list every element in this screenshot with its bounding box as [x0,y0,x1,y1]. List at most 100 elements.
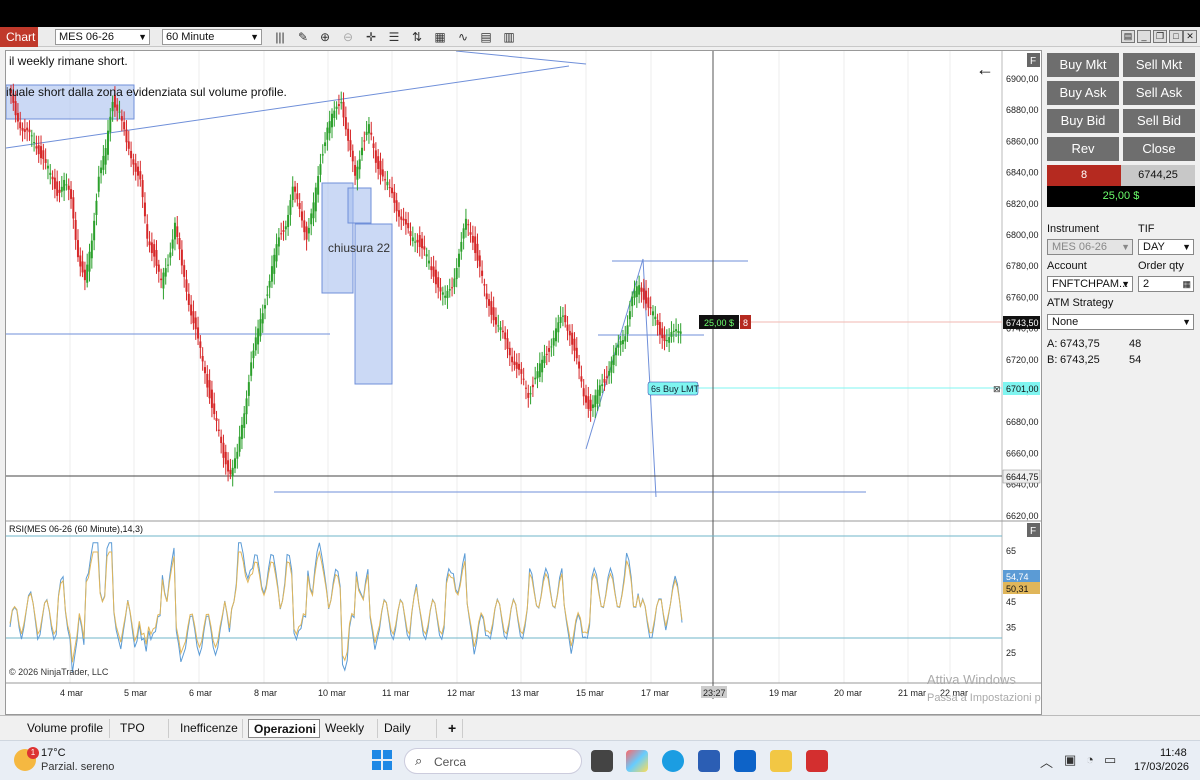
battery-icon[interactable]: ▭ [1104,752,1116,768]
zoom-in-icon[interactable]: ⊕ [317,29,333,45]
candle-body [633,290,636,298]
minimize-icon[interactable]: _ [1137,30,1151,43]
maximize-icon[interactable]: □ [1169,30,1183,43]
account-label: Account [1047,260,1087,272]
candle-body [628,311,631,320]
candle-body [575,347,578,359]
notification-icon[interactable]: ▣ [1064,752,1076,768]
tif-select[interactable]: DAY ▼ [1138,239,1194,255]
candle-body [571,332,574,345]
chart-title-tab[interactable]: Chart [0,27,38,47]
instrument-field[interactable]: MES 06-26 ▼ [1047,239,1133,255]
buy-ask-button[interactable]: Buy Ask [1047,81,1119,105]
candle-body [407,223,410,229]
buy-market-button[interactable]: Buy Mkt [1047,53,1119,77]
add-tab-button[interactable]: + [443,719,463,738]
candle-body [439,287,442,292]
outlook-icon[interactable] [734,750,756,772]
bar-type-icon[interactable]: ||| [272,29,288,45]
price-chart[interactable]: 6900,00 6880,00 6860,00 6840,00 6820,00 6800,… [6,51,1042,715]
task-view-icon[interactable] [591,750,613,772]
date-axis-label: 15 mar [576,688,604,698]
data-box-icon[interactable]: ▥ [501,29,517,45]
candle-body [208,380,211,399]
windows-start-icon[interactable] [372,750,392,770]
templates-icon[interactable]: ▤ [478,29,494,45]
chart-panel[interactable]: 6900,00 6880,00 6860,00 6840,00 6820,00 6800,… [5,50,1042,715]
candle-body [474,236,477,254]
order-cancel-icon[interactable]: ⊠ [993,384,1001,394]
window-grid-icon[interactable]: ▤ [1121,30,1135,43]
candle-body [28,129,31,133]
candle-body [37,145,40,155]
candle-body [229,469,232,475]
close-position-button[interactable]: Close [1123,137,1195,161]
sell-ask-button[interactable]: Sell Ask [1123,81,1195,105]
date-axis-labels: 4 mar 5 mar 6 mar 8 mar 10 mar 11 mar 12 mar 13… [60,686,968,698]
tab-weekly[interactable]: Weekly [320,719,378,738]
instrument-selector[interactable]: MES 06-26 ▼ [55,29,150,45]
candle-body [95,200,98,215]
candle-body [520,369,523,374]
zoom-out-icon[interactable]: ⊖ [340,29,356,45]
reverse-button[interactable]: Rev [1047,137,1119,161]
order-label[interactable]: 6s Buy LMT [651,384,700,394]
properties-icon[interactable]: ☰ [386,29,402,45]
account-select[interactable]: FNFTCHPAM... ▼ [1047,276,1133,292]
candle-body [591,404,594,408]
candle-body [476,243,479,261]
restore-icon[interactable]: ❐ [1153,30,1167,43]
back-arrow-icon[interactable]: ← [976,59,994,79]
candle-body [638,285,641,295]
candle-body [608,370,611,376]
file-explorer-icon[interactable] [770,750,792,772]
order-qty-input[interactable]: 2 ▦ [1138,276,1194,292]
tab-volume-profile[interactable]: Volume profile [22,719,110,738]
rsi-value-1: 54,74 [1006,572,1029,582]
tab-inefficenze[interactable]: Inefficenze [175,719,243,738]
tab-tpo[interactable]: TPO [115,719,169,738]
taskbar-search[interactable]: ⌕ Cerca [404,748,582,774]
candle-body [481,270,484,276]
candle-body [654,316,657,320]
crosshair-icon[interactable]: ✛ [363,29,379,45]
atm-strategy-select[interactable]: None ▼ [1047,314,1194,330]
sell-market-button[interactable]: Sell Mkt [1123,53,1195,77]
candle-body [437,277,440,288]
tab-operazioni[interactable]: Operazioni [248,719,320,738]
clock-date[interactable]: 17/03/2026 [1134,761,1189,773]
candle-body [197,327,200,339]
candle-body [155,250,158,266]
candle-body [349,140,352,151]
calculator-icon[interactable]: ▦ [1182,277,1191,291]
pencil-icon[interactable]: ✎ [295,29,311,45]
date-axis-label: 5 mar [124,688,147,698]
interval-selector[interactable]: 60 Minute ▼ [162,29,262,45]
candle-body [303,220,306,233]
candle-body [169,252,172,258]
candle-body [194,317,197,330]
candle-body [379,160,382,175]
candle-body [14,101,17,116]
candle-body [125,129,128,143]
sell-bid-button[interactable]: Sell Bid [1123,109,1195,133]
candle-body [374,150,377,163]
close-icon[interactable]: ✕ [1183,30,1197,43]
candle-body [300,211,303,221]
strategy-icon[interactable]: ∿ [455,29,471,45]
store-icon[interactable] [698,750,720,772]
buy-bid-button[interactable]: Buy Bid [1047,109,1119,133]
activate-windows-subtitle: Passa a Impostazioni per attivare Window… [927,692,1042,704]
chevron-up-icon[interactable]: ︿ [1040,752,1053,771]
candle-body [289,200,292,215]
tab-daily-rth[interactable]: Daily RTH [379,719,437,754]
candle-body [672,330,675,332]
chart-trader-icon[interactable]: ⇅ [409,29,425,45]
copilot-icon[interactable] [626,750,648,772]
edge-icon[interactable] [662,750,684,772]
wifi-icon[interactable]: ◔ [1086,752,1094,767]
candle-body [26,127,29,131]
clock-time[interactable]: 11:48 [1160,747,1187,759]
ninjatrader-icon[interactable] [806,750,828,772]
indicators-icon[interactable]: ▦ [432,29,448,45]
